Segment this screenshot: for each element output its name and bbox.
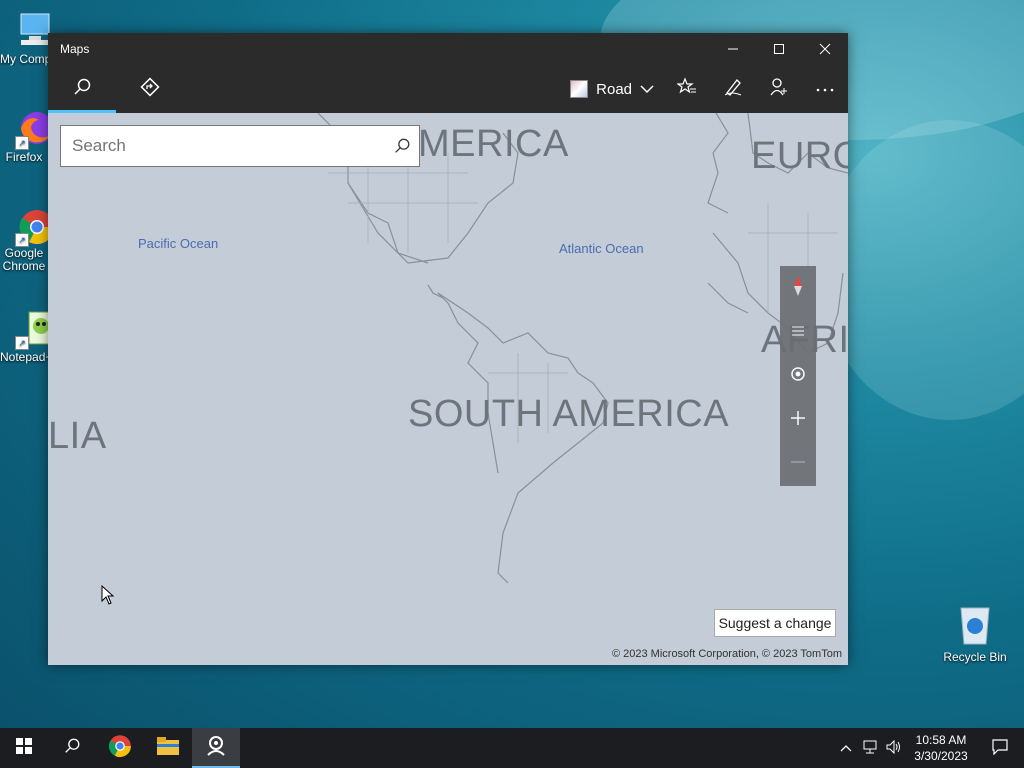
action-center-button[interactable] [976,738,1024,758]
map-controls-panel [780,266,816,486]
location-target-icon [790,366,806,387]
map-label-australia: LIA [48,415,107,457]
more-options-button[interactable] [802,65,848,113]
directions-icon [140,76,160,102]
maximize-button[interactable] [756,33,802,65]
pen-icon [723,77,743,102]
network-icon[interactable] [858,740,882,757]
favorites-button[interactable] [664,65,710,113]
directions-button[interactable] [116,65,184,113]
minimize-button[interactable] [710,33,756,65]
desktop-icon-label: My Computer [0,52,48,66]
search-icon [63,737,81,760]
minus-icon [790,454,806,475]
plus-icon [790,410,806,431]
map-style-dropdown[interactable]: Road [560,65,664,113]
map-label-atlantic-ocean: Atlantic Ocean [559,241,644,256]
locate-me-button[interactable] [780,354,816,398]
maps-window: Maps Road MERICA EUR SOUTH AMERICA LIA P… [48,33,848,665]
shortcut-arrow-icon: ↗ [15,233,29,247]
suggest-change-button[interactable]: Suggest a change [714,609,836,637]
show-hidden-icons-button[interactable] [834,741,858,755]
search-box [60,125,420,167]
folder-icon [157,736,179,760]
add-person-icon [769,77,789,102]
clock-date: 3/30/2023 [914,749,968,763]
notification-icon [992,738,1008,758]
map-canvas[interactable]: MERICA EURO AFRI SOUTH AMERICA LIA Pacif… [48,113,848,665]
title-bar: Maps [48,33,848,65]
windows-logo-icon [16,737,32,759]
shortcut-arrow-icon: ↗ [15,136,29,150]
map-label-north-america: MERICA [418,123,569,165]
zoom-out-button[interactable] [780,442,816,486]
taskbar-file-explorer-button[interactable] [144,728,192,768]
desktop-icon-recycle-bin[interactable]: Recycle Bin [940,602,1010,664]
favorites-star-icon [676,76,697,102]
chevron-down-icon [640,81,654,98]
maps-pin-icon [205,735,227,762]
search-tab-button[interactable] [48,65,116,113]
account-button[interactable] [756,65,802,113]
close-button[interactable] [802,33,848,65]
compass-icon [793,275,803,302]
clock[interactable]: 10:58 AM 3/30/2023 [906,732,976,764]
compass-button[interactable] [780,266,816,310]
map-label-south-america: SOUTH AMERICA [408,393,730,435]
taskbar-search-button[interactable] [48,728,96,768]
map-label-pacific-ocean: Pacific Ocean [138,236,219,251]
taskbar: 10:58 AM 3/30/2023 [0,728,1024,768]
chrome-icon [108,734,132,763]
search-submit-icon[interactable] [385,137,419,155]
mouse-cursor-icon [101,585,115,605]
tilt-icon [790,322,806,343]
desktop-icon-label: Firefox [5,150,43,164]
taskbar-maps-button[interactable] [192,728,240,768]
recycle-bin-label: Recycle Bin [943,650,1007,664]
search-icon [72,77,92,102]
volume-icon[interactable] [882,739,906,757]
zoom-in-button[interactable] [780,398,816,442]
tilt-button[interactable] [780,310,816,354]
desktop-icon-label: Notepad++ [0,350,48,364]
map-coastlines [317,113,848,584]
desktop-wave [820,120,1024,420]
recycle-bin-icon [955,602,995,646]
map-style-label: Road [596,80,632,98]
maps-toolbar: Road [48,65,848,113]
system-tray: 10:58 AM 3/30/2023 [834,728,1024,768]
start-button[interactable] [0,728,48,768]
window-title: Maps [60,42,90,56]
map-copyright: © 2023 Microsoft Corporation, © 2023 Tom… [611,648,842,660]
search-input[interactable] [61,135,385,157]
taskbar-chrome-button[interactable] [96,728,144,768]
more-dots-icon [815,80,835,98]
ink-button[interactable] [710,65,756,113]
desktop-icon-label: Google Chrome [2,247,46,273]
road-style-icon [570,80,589,98]
clock-time: 10:58 AM [915,733,967,747]
shortcut-arrow-icon: ↗ [15,336,29,350]
map-label-europe: EURO [751,135,848,177]
